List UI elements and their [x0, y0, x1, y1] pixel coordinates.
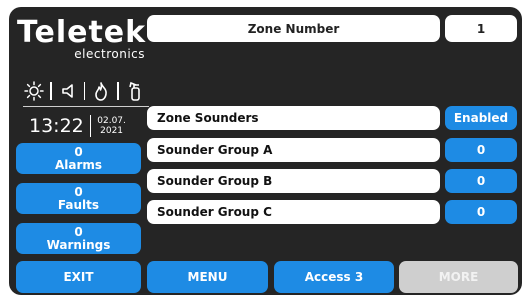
sun-icon: [23, 80, 45, 102]
zone-number-value: 1: [476, 21, 486, 36]
panel-screen: Teletek electronics 13:22 02.07. 2021 0 …: [9, 7, 522, 295]
alarms-button[interactable]: 0 Alarms: [16, 143, 141, 174]
access-level-label: Access 3: [304, 270, 364, 284]
sounder-group-b-row: Sounder Group B: [147, 169, 440, 193]
zone-number-field[interactable]: 1: [445, 15, 517, 42]
brand-logo: Teletek electronics: [13, 15, 147, 62]
exit-button[interactable]: EXIT: [16, 261, 141, 293]
faults-label: Faults: [57, 197, 100, 212]
icon-separator: [50, 82, 52, 100]
status-icons: [23, 78, 149, 104]
extinguisher-icon: [124, 80, 146, 102]
exit-label: EXIT: [63, 270, 94, 284]
clock-separator: [89, 115, 92, 137]
sounder-group-b-value[interactable]: 0: [445, 169, 517, 193]
sounder-group-a-value[interactable]: 0: [445, 138, 517, 162]
speaker-icon: [57, 80, 79, 102]
alarms-label: Alarms: [54, 157, 103, 172]
faults-count: 0: [74, 184, 83, 199]
icon-underline: [23, 106, 149, 107]
access-level-button[interactable]: Access 3: [274, 261, 394, 293]
zone-number-title: Zone Number: [147, 15, 440, 42]
brand-name: Teletek: [17, 15, 147, 50]
menu-button[interactable]: MENU: [147, 261, 268, 293]
alarms-count: 0: [74, 144, 83, 159]
faults-button[interactable]: 0 Faults: [16, 183, 141, 214]
clock-date-year: 2021: [100, 126, 124, 136]
sounder-group-a-label: Sounder Group A: [157, 143, 273, 157]
sounder-group-c-value-text: 0: [476, 205, 486, 219]
sounder-group-b-value-text: 0: [476, 174, 486, 188]
clock: 13:22 02.07. 2021: [29, 115, 126, 137]
sounder-group-b-label: Sounder Group B: [157, 174, 273, 188]
sounder-group-c-row: Sounder Group C: [147, 200, 440, 224]
zone-sounders-row: Zone Sounders: [147, 106, 440, 130]
zone-sounders-value[interactable]: Enabled: [445, 106, 517, 130]
zone-sounders-value-text: Enabled: [453, 111, 509, 125]
sounder-group-c-label: Sounder Group C: [157, 205, 272, 219]
sounder-group-a-row: Sounder Group A: [147, 138, 440, 162]
fire-icon: [90, 80, 112, 102]
sounder-group-a-value-text: 0: [476, 143, 486, 157]
clock-date-day: 02.07.: [97, 116, 126, 126]
clock-time: 13:22: [29, 115, 84, 137]
zone-number-label: Zone Number: [247, 21, 340, 36]
sounder-group-c-value[interactable]: 0: [445, 200, 517, 224]
more-button: MORE: [399, 261, 518, 293]
more-label: MORE: [438, 270, 479, 284]
warnings-button[interactable]: 0 Warnings: [16, 223, 141, 254]
warnings-count: 0: [74, 224, 83, 239]
warnings-label: Warnings: [46, 237, 111, 252]
icon-separator: [83, 82, 85, 100]
menu-label: MENU: [187, 270, 228, 284]
icon-separator: [117, 82, 119, 100]
zone-sounders-label: Zone Sounders: [157, 111, 259, 125]
clock-date: 02.07. 2021: [97, 116, 126, 136]
